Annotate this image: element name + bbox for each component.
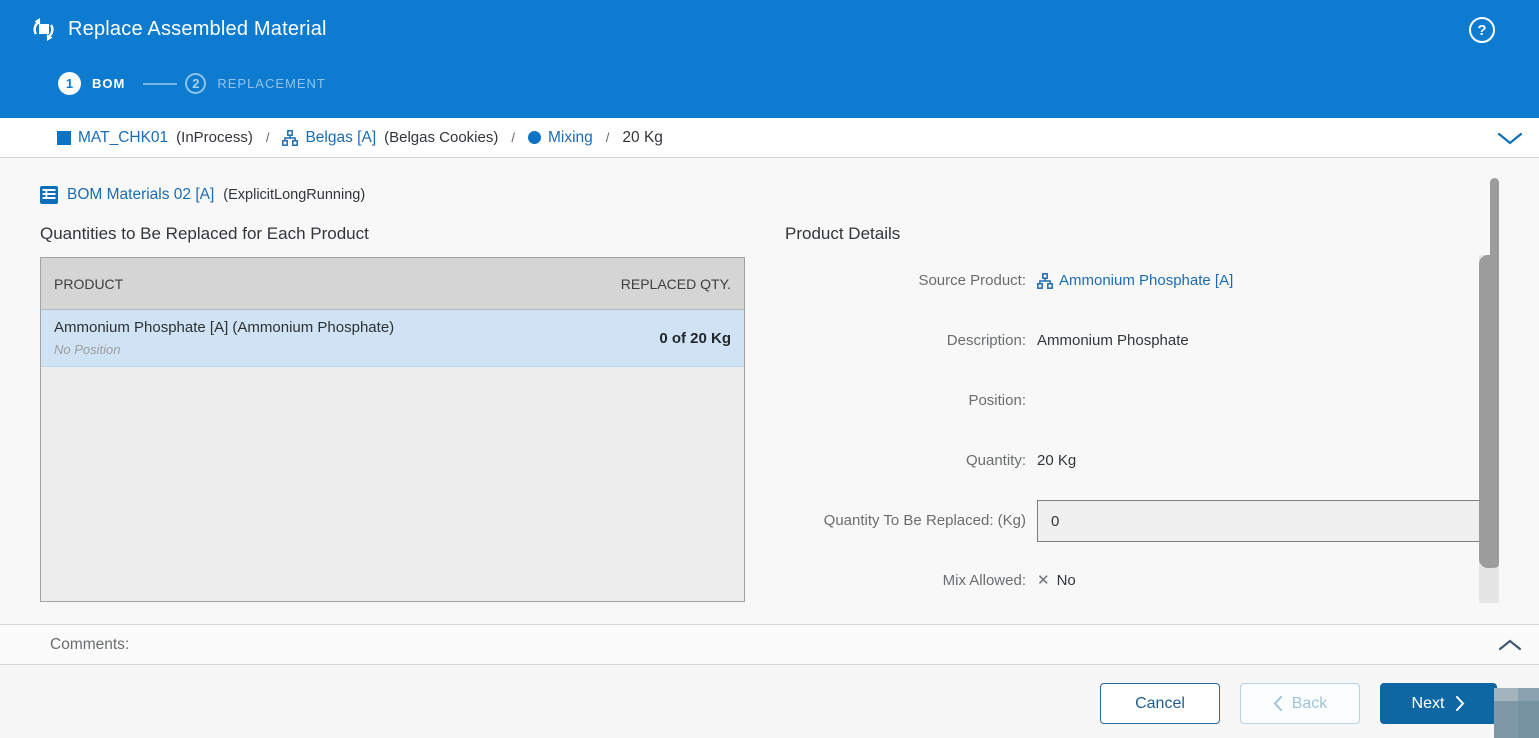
description-label: Description:: [785, 331, 1026, 351]
breadcrumb: MAT_CHK01 (InProcess) / Belgas [A] (Belg…: [0, 118, 1539, 158]
quantities-section-title: Quantities to Be Replaced for Each Produ…: [40, 224, 369, 244]
bom-list-icon: [40, 186, 58, 204]
field-source-product: Source Product: Ammonium Phosphate [A]: [785, 271, 1485, 291]
help-icon: ?: [1477, 22, 1486, 39]
chevron-up-icon: [1498, 639, 1522, 651]
help-button[interactable]: ?: [1469, 17, 1495, 43]
chevron-down-icon: [1497, 132, 1523, 145]
replaced-qty-text: 0 of 20 Kg: [659, 330, 731, 347]
breadcrumb-quantity-text: 20 Kg: [622, 129, 663, 147]
app-header: Replace Assembled Material ? 1 BOM 2 REP…: [0, 0, 1539, 118]
page-title: Replace Assembled Material: [68, 18, 327, 41]
comments-collapse-button[interactable]: [1495, 633, 1525, 657]
material-status-icon: [57, 131, 71, 145]
comments-label: Comments:: [50, 636, 129, 654]
cancel-button-label: Cancel: [1135, 695, 1185, 713]
field-position: Position:: [785, 391, 1485, 411]
step-2-label: REPLACEMENT: [217, 76, 326, 91]
chevron-right-icon: [1456, 696, 1465, 711]
quantities-table: PRODUCT REPLACED QTY. Ammonium Phosphate…: [40, 257, 745, 602]
bom-suffix-text: (ExplicitLongRunning): [223, 187, 365, 203]
next-button-label: Next: [1412, 695, 1445, 713]
qty-to-replace-label: Quantity To Be Replaced: (Kg): [785, 511, 1026, 531]
step-2-circle: 2: [185, 73, 206, 94]
wizard-step-bom[interactable]: 1 BOM: [58, 72, 125, 95]
wizard-step-replacement[interactable]: 2 REPLACEMENT: [185, 73, 326, 94]
order-description-text: (Belgas Cookies): [384, 129, 498, 146]
step-1-label: BOM: [92, 76, 125, 91]
table-row-product-cell: Ammonium Phosphate [A] (Ammonium Phospha…: [54, 318, 394, 359]
mix-allowed-value: No: [1057, 571, 1076, 591]
breadcrumb-separator: /: [266, 130, 270, 145]
breadcrumb-order-link[interactable]: Belgas [A]: [305, 129, 376, 147]
operation-status-icon: [528, 131, 541, 144]
x-icon: ✕: [1037, 571, 1050, 591]
breadcrumb-collapse-button[interactable]: [1495, 126, 1525, 150]
back-button-label: Back: [1292, 695, 1328, 713]
position-label: Position:: [785, 391, 1026, 411]
step-1-circle: 1: [58, 72, 81, 95]
column-header-replaced-qty: REPLACED QTY.: [621, 276, 731, 292]
qty-to-replace-input[interactable]: [1037, 500, 1481, 542]
back-button[interactable]: Back: [1240, 683, 1360, 724]
bom-icon: [282, 130, 298, 146]
mix-allowed-label: Mix Allowed:: [785, 571, 1026, 591]
field-description: Description: Ammonium Phosphate: [785, 331, 1485, 351]
cancel-button[interactable]: Cancel: [1100, 683, 1220, 724]
screen-artifact: [1494, 688, 1539, 738]
dialog-scrollbar-thumb[interactable]: [1490, 178, 1499, 568]
footer-bar: Cancel Back Next: [0, 665, 1539, 738]
comments-section[interactable]: Comments:: [0, 624, 1539, 665]
material-status-text: (InProcess): [176, 129, 253, 146]
replace-assembled-material-dialog: Replace Assembled Material ? 1 BOM 2 REP…: [0, 0, 1539, 738]
chevron-left-icon: [1273, 696, 1282, 711]
table-row[interactable]: Ammonium Phosphate [A] (Ammonium Phospha…: [41, 310, 744, 367]
column-header-product: PRODUCT: [54, 276, 123, 292]
quantity-value: 20 Kg: [1037, 451, 1076, 471]
product-details-title: Product Details: [785, 224, 900, 244]
bom-header-line: BOM Materials 02 [A] (ExplicitLongRunnin…: [40, 186, 365, 204]
description-value: Ammonium Phosphate: [1037, 331, 1189, 351]
breadcrumb-separator: /: [606, 130, 610, 145]
breadcrumb-separator: /: [511, 130, 515, 145]
main-content: BOM Materials 02 [A] (ExplicitLongRunnin…: [0, 158, 1539, 624]
bom-link[interactable]: BOM Materials 02 [A]: [67, 186, 214, 204]
step-connector: [143, 83, 177, 85]
table-header-row: PRODUCT REPLACED QTY.: [41, 258, 744, 310]
header-title-row: Replace Assembled Material ?: [30, 14, 1519, 44]
bom-icon: [1037, 273, 1053, 289]
quantity-label: Quantity:: [785, 451, 1026, 471]
next-button[interactable]: Next: [1380, 683, 1497, 724]
replace-material-icon: [30, 16, 56, 42]
source-product-label: Source Product:: [785, 271, 1026, 291]
breadcrumb-material-link[interactable]: MAT_CHK01: [78, 129, 168, 147]
product-name-text: Ammonium Phosphate [A] (Ammonium Phospha…: [54, 318, 394, 338]
field-qty-to-replace: Quantity To Be Replaced: (Kg): [785, 500, 1485, 542]
product-position-text: No Position: [54, 341, 394, 359]
field-quantity: Quantity: 20 Kg: [785, 451, 1485, 471]
source-product-link[interactable]: Ammonium Phosphate [A]: [1059, 271, 1233, 291]
wizard-steps: 1 BOM 2 REPLACEMENT: [58, 72, 326, 95]
field-mix-allowed: Mix Allowed: ✕ No: [785, 571, 1485, 591]
breadcrumb-operation-link[interactable]: Mixing: [548, 129, 593, 147]
